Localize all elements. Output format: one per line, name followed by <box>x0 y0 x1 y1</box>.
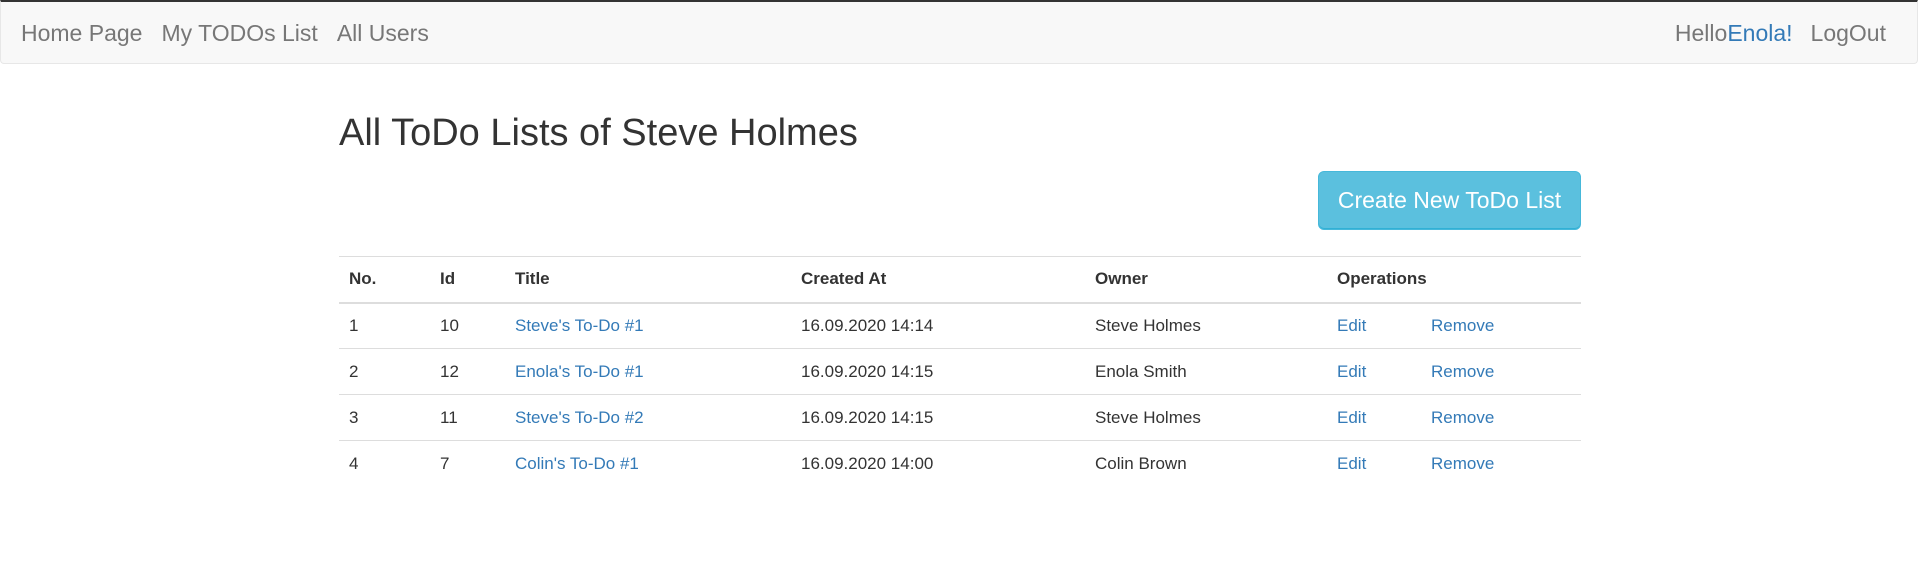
edit-link[interactable]: Edit <box>1337 454 1431 474</box>
create-todo-list-button[interactable]: Create New ToDo List <box>1318 171 1581 230</box>
cell-title: Steve's To-Do #2 <box>505 394 791 441</box>
greeting-text: Hello <box>1674 19 1728 46</box>
cell-created-at: 16.09.2020 14:14 <box>801 315 934 335</box>
table-header-row: No. Id Title Created At Owner Operations <box>339 256 1581 304</box>
todo-lists-table: No. Id Title Created At Owner Operations… <box>339 256 1581 487</box>
edit-link[interactable]: Edit <box>1337 316 1431 336</box>
header-no: No. <box>339 256 430 304</box>
cell-no: 2 <box>339 348 430 395</box>
header-owner: Owner <box>1085 256 1327 304</box>
cell-owner: Steve Holmes <box>1095 315 1201 335</box>
cell-title: Colin's To-Do #1 <box>505 440 791 487</box>
logout-link[interactable]: LogOut <box>1811 20 1886 47</box>
cell-no: 1 <box>349 315 359 335</box>
nav-links: Home Page My TODOs List All Users <box>21 2 448 64</box>
nav-home-link[interactable]: Home Page <box>21 20 142 47</box>
cell-no: 4 <box>339 440 430 487</box>
top-navbar: Home Page My TODOs List All Users Hello … <box>0 0 1918 64</box>
table-row: 3 11 Steve's To-Do #2 16.09.2020 14:15 S… <box>339 394 1581 441</box>
nav-all-users-link[interactable]: All Users <box>337 20 429 47</box>
cell-id: 10 <box>440 315 459 335</box>
cell-owner: Steve Holmes <box>1085 394 1327 441</box>
cell-operations: Edit Remove <box>1327 303 1581 349</box>
page-title: All ToDo Lists of Steve Holmes <box>339 112 858 154</box>
header-created-at: Created At <box>791 256 1085 304</box>
cell-created-at: 16.09.2020 14:00 <box>791 440 1085 487</box>
todo-title-link[interactable]: Steve's To-Do #2 <box>515 408 644 427</box>
remove-link[interactable]: Remove <box>1431 454 1494 474</box>
edit-link[interactable]: Edit <box>1337 362 1431 382</box>
todo-title-link[interactable]: Colin's To-Do #1 <box>515 454 639 473</box>
cell-owner: Colin Brown <box>1085 440 1327 487</box>
cell-title: Enola's To-Do #1 <box>505 348 791 395</box>
edit-link[interactable]: Edit <box>1337 408 1431 428</box>
remove-link[interactable]: Remove <box>1431 362 1494 382</box>
remove-link[interactable]: Remove <box>1431 408 1494 428</box>
cell-title: Steve's To-Do #1 <box>505 303 791 349</box>
cell-operations: Edit Remove <box>1327 348 1581 395</box>
cell-no: 3 <box>339 394 430 441</box>
cell-id: 12 <box>430 348 505 395</box>
table-row: 2 12 Enola's To-Do #1 16.09.2020 14:15 E… <box>339 348 1581 395</box>
current-user-name[interactable]: Enola! <box>1727 20 1792 47</box>
header-operations: Operations <box>1327 256 1581 304</box>
todo-title-link[interactable]: Enola's To-Do #1 <box>515 362 644 381</box>
nav-user-area: Hello Enola! LogOut <box>1675 2 1886 64</box>
cell-id: 11 <box>430 394 505 441</box>
todo-title-link[interactable]: Steve's To-Do #1 <box>515 316 644 335</box>
nav-my-todos-link[interactable]: My TODOs List <box>161 20 317 47</box>
cell-operations: Edit Remove <box>1327 440 1581 487</box>
cell-owner: Enola Smith <box>1085 348 1327 395</box>
cell-created-at: 16.09.2020 14:15 <box>791 348 1085 395</box>
cell-id: 7 <box>430 440 505 487</box>
table-row: 1 10 Steve's To-Do #1 16.09.2020 14:14 S… <box>339 303 1581 349</box>
cell-created-at: 16.09.2020 14:15 <box>791 394 1085 441</box>
remove-link[interactable]: Remove <box>1431 316 1494 336</box>
table-row: 4 7 Colin's To-Do #1 16.09.2020 14:00 Co… <box>339 440 1581 487</box>
header-id: Id <box>430 256 505 304</box>
header-title: Title <box>505 256 791 304</box>
cell-operations: Edit Remove <box>1327 394 1581 441</box>
